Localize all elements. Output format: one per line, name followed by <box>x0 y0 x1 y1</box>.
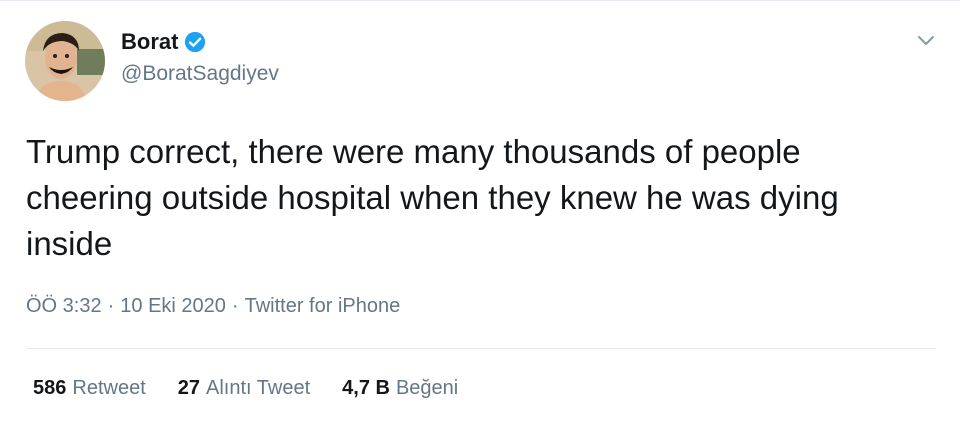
retweet-label: Retweet <box>72 377 146 399</box>
quote-tweet-stat[interactable]: 27 Alıntı Tweet <box>178 377 310 400</box>
verified-badge-icon <box>184 31 206 53</box>
quote-tweet-count: 27 <box>177 377 200 399</box>
author-name-row: Borat <box>121 29 206 55</box>
like-label: Beğeni <box>395 377 459 399</box>
display-name[interactable]: Borat <box>121 29 178 55</box>
engagement-stats: 586 Retweet 27 Alıntı Tweet 4,7 B Beğeni <box>33 377 458 400</box>
profile-photo-icon <box>25 21 105 101</box>
divider <box>26 348 936 349</box>
like-stat[interactable]: 4,7 B Beğeni <box>342 377 458 400</box>
author-handle[interactable]: @BoratSagdiyev <box>121 62 279 86</box>
retweet-count: 586 <box>33 377 67 399</box>
chevron-down-icon[interactable] <box>913 27 939 53</box>
like-count: 4,7 B <box>342 377 390 399</box>
tweet-time[interactable]: ÖÖ 3:32 <box>26 295 102 318</box>
tweet-text: Trump correct, there were many thousands… <box>26 133 839 262</box>
tweet-meta: ÖÖ 3:32 · 10 Eki 2020 · Twitter for iPho… <box>26 295 400 318</box>
avatar[interactable] <box>25 21 105 101</box>
meta-separator: · <box>231 295 239 317</box>
quote-tweet-label: Alıntı Tweet <box>206 377 311 399</box>
tweet-source[interactable]: Twitter for iPhone <box>245 295 401 318</box>
retweet-stat[interactable]: 586 Retweet <box>33 377 146 400</box>
tweet-card: Borat @BoratSagdiyev Trump correct, ther… <box>0 0 960 427</box>
tweet-date[interactable]: 10 Eki 2020 <box>120 295 226 318</box>
meta-separator: · <box>107 295 115 317</box>
